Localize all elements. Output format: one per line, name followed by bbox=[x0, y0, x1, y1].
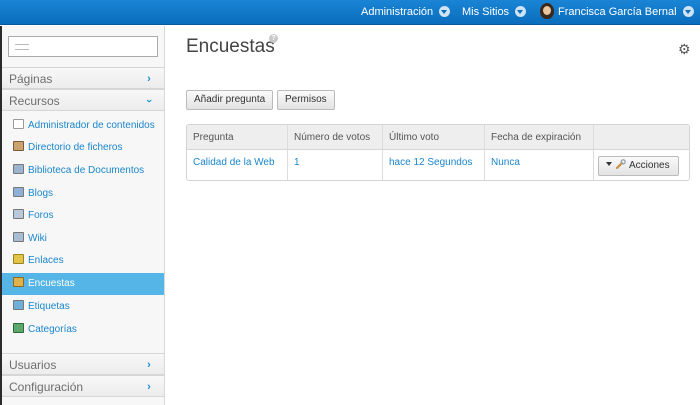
tags-icon bbox=[13, 300, 24, 311]
section-label: Páginas bbox=[9, 72, 53, 86]
sidebar-item-categories[interactable]: Categorías bbox=[2, 319, 164, 341]
section-recursos[interactable]: Recursos › bbox=[2, 89, 164, 111]
sidebar-item-tags[interactable]: Etiquetas bbox=[2, 296, 164, 318]
avatar bbox=[540, 3, 554, 20]
polls-icon bbox=[13, 277, 24, 288]
page-title: Encuestas bbox=[186, 36, 275, 57]
sidebar: Páginas › Recursos › Administrador de co… bbox=[2, 26, 165, 405]
sidebar-item-polls[interactable]: Encuestas bbox=[2, 273, 164, 295]
section-label: Recursos bbox=[9, 94, 60, 108]
add-question-button[interactable]: Añadir pregunta bbox=[186, 90, 274, 110]
section-label: Usuarios bbox=[9, 358, 57, 372]
categories-icon bbox=[13, 323, 24, 334]
sidebar-item-label: Administrador de contenidos bbox=[28, 120, 155, 131]
chevron-down-icon bbox=[682, 5, 694, 17]
polls-table: Pregunta Número de votos Último voto Fec… bbox=[186, 124, 690, 181]
admin-menu-label: Administración bbox=[361, 6, 434, 18]
user-name: Francisca García Bernal bbox=[558, 6, 677, 18]
expiration-link[interactable]: Nunca bbox=[484, 150, 593, 180]
sidebar-item-forums[interactable]: Foros bbox=[2, 205, 164, 227]
sidebar-item-blogs[interactable]: Blogs bbox=[2, 183, 164, 205]
sidebar-item-label: Enlaces bbox=[28, 255, 64, 266]
top-bar: Administración Mis Sitios Francisca Garc… bbox=[0, 0, 700, 25]
chevron-down-icon: › bbox=[143, 99, 155, 103]
forums-icon bbox=[13, 209, 24, 220]
caret-down-icon bbox=[606, 162, 612, 167]
chevron-right-icon: › bbox=[147, 73, 151, 85]
sidebar-item-wiki[interactable]: Wiki bbox=[2, 228, 164, 250]
column-header-last-vote: Último voto bbox=[382, 125, 484, 150]
search-input[interactable] bbox=[8, 36, 158, 57]
my-sites-label: Mis Sitios bbox=[462, 6, 510, 18]
links-icon bbox=[13, 254, 24, 265]
actions-button[interactable]: Acciones bbox=[598, 156, 679, 176]
sidebar-item-label: Blogs bbox=[28, 188, 54, 199]
sidebar-item-label: Directorio de ficheros bbox=[28, 142, 123, 153]
section-label: Configuración bbox=[9, 380, 84, 394]
sidebar-item-file-directory[interactable]: Directorio de ficheros bbox=[2, 137, 164, 159]
gear-icon[interactable]: ⚙ bbox=[678, 42, 691, 56]
permissions-button[interactable]: Permisos bbox=[277, 90, 335, 110]
search-icon bbox=[15, 44, 29, 50]
column-header-question: Pregunta bbox=[193, 132, 234, 143]
sidebar-item-label: Encuestas bbox=[28, 278, 75, 289]
column-header-actions bbox=[593, 125, 689, 150]
file-directory-icon bbox=[13, 141, 24, 152]
sidebar-item-links[interactable]: Enlaces bbox=[2, 250, 164, 272]
last-vote-link[interactable]: hace 12 Segundos bbox=[382, 150, 484, 180]
document-library-icon bbox=[13, 164, 24, 175]
chevron-down-icon bbox=[439, 5, 451, 17]
sidebar-item-label: Etiquetas bbox=[28, 301, 70, 312]
content-admin-icon bbox=[13, 119, 24, 130]
actions-label: Acciones bbox=[629, 160, 670, 171]
sidebar-item-label: Foros bbox=[28, 210, 54, 221]
question-link[interactable]: Calidad de la Web bbox=[187, 150, 287, 180]
chevron-right-icon: › bbox=[147, 381, 151, 393]
section-paginas[interactable]: Páginas › bbox=[2, 67, 164, 89]
chevron-right-icon: › bbox=[147, 359, 151, 371]
column-header-votes: Número de votos bbox=[287, 125, 382, 150]
wiki-icon bbox=[13, 232, 24, 243]
sidebar-item-document-library[interactable]: Biblioteca de Documentos bbox=[2, 160, 164, 182]
user-menu[interactable]: Francisca García Bernal bbox=[540, 0, 694, 25]
wrench-icon bbox=[616, 159, 626, 170]
section-usuarios[interactable]: Usuarios › bbox=[2, 353, 164, 375]
blogs-icon bbox=[13, 187, 24, 198]
my-sites-menu[interactable]: Mis Sitios bbox=[462, 0, 527, 25]
admin-menu[interactable]: Administración bbox=[361, 0, 451, 25]
table-header: Pregunta Número de votos Último voto Fec… bbox=[187, 125, 689, 150]
votes-link[interactable]: 1 bbox=[287, 150, 382, 180]
sidebar-item-content-admin[interactable]: Administrador de contenidos bbox=[2, 115, 164, 137]
section-configuracion[interactable]: Configuración › bbox=[2, 375, 164, 397]
sidebar-item-label: Wiki bbox=[28, 233, 47, 244]
sidebar-item-label: Biblioteca de Documentos bbox=[28, 165, 145, 176]
column-header-expiration: Fecha de expiración bbox=[484, 125, 593, 150]
sidebar-item-label: Categorías bbox=[28, 324, 77, 335]
chevron-down-icon bbox=[515, 5, 527, 17]
help-icon[interactable]: ? bbox=[269, 34, 278, 43]
